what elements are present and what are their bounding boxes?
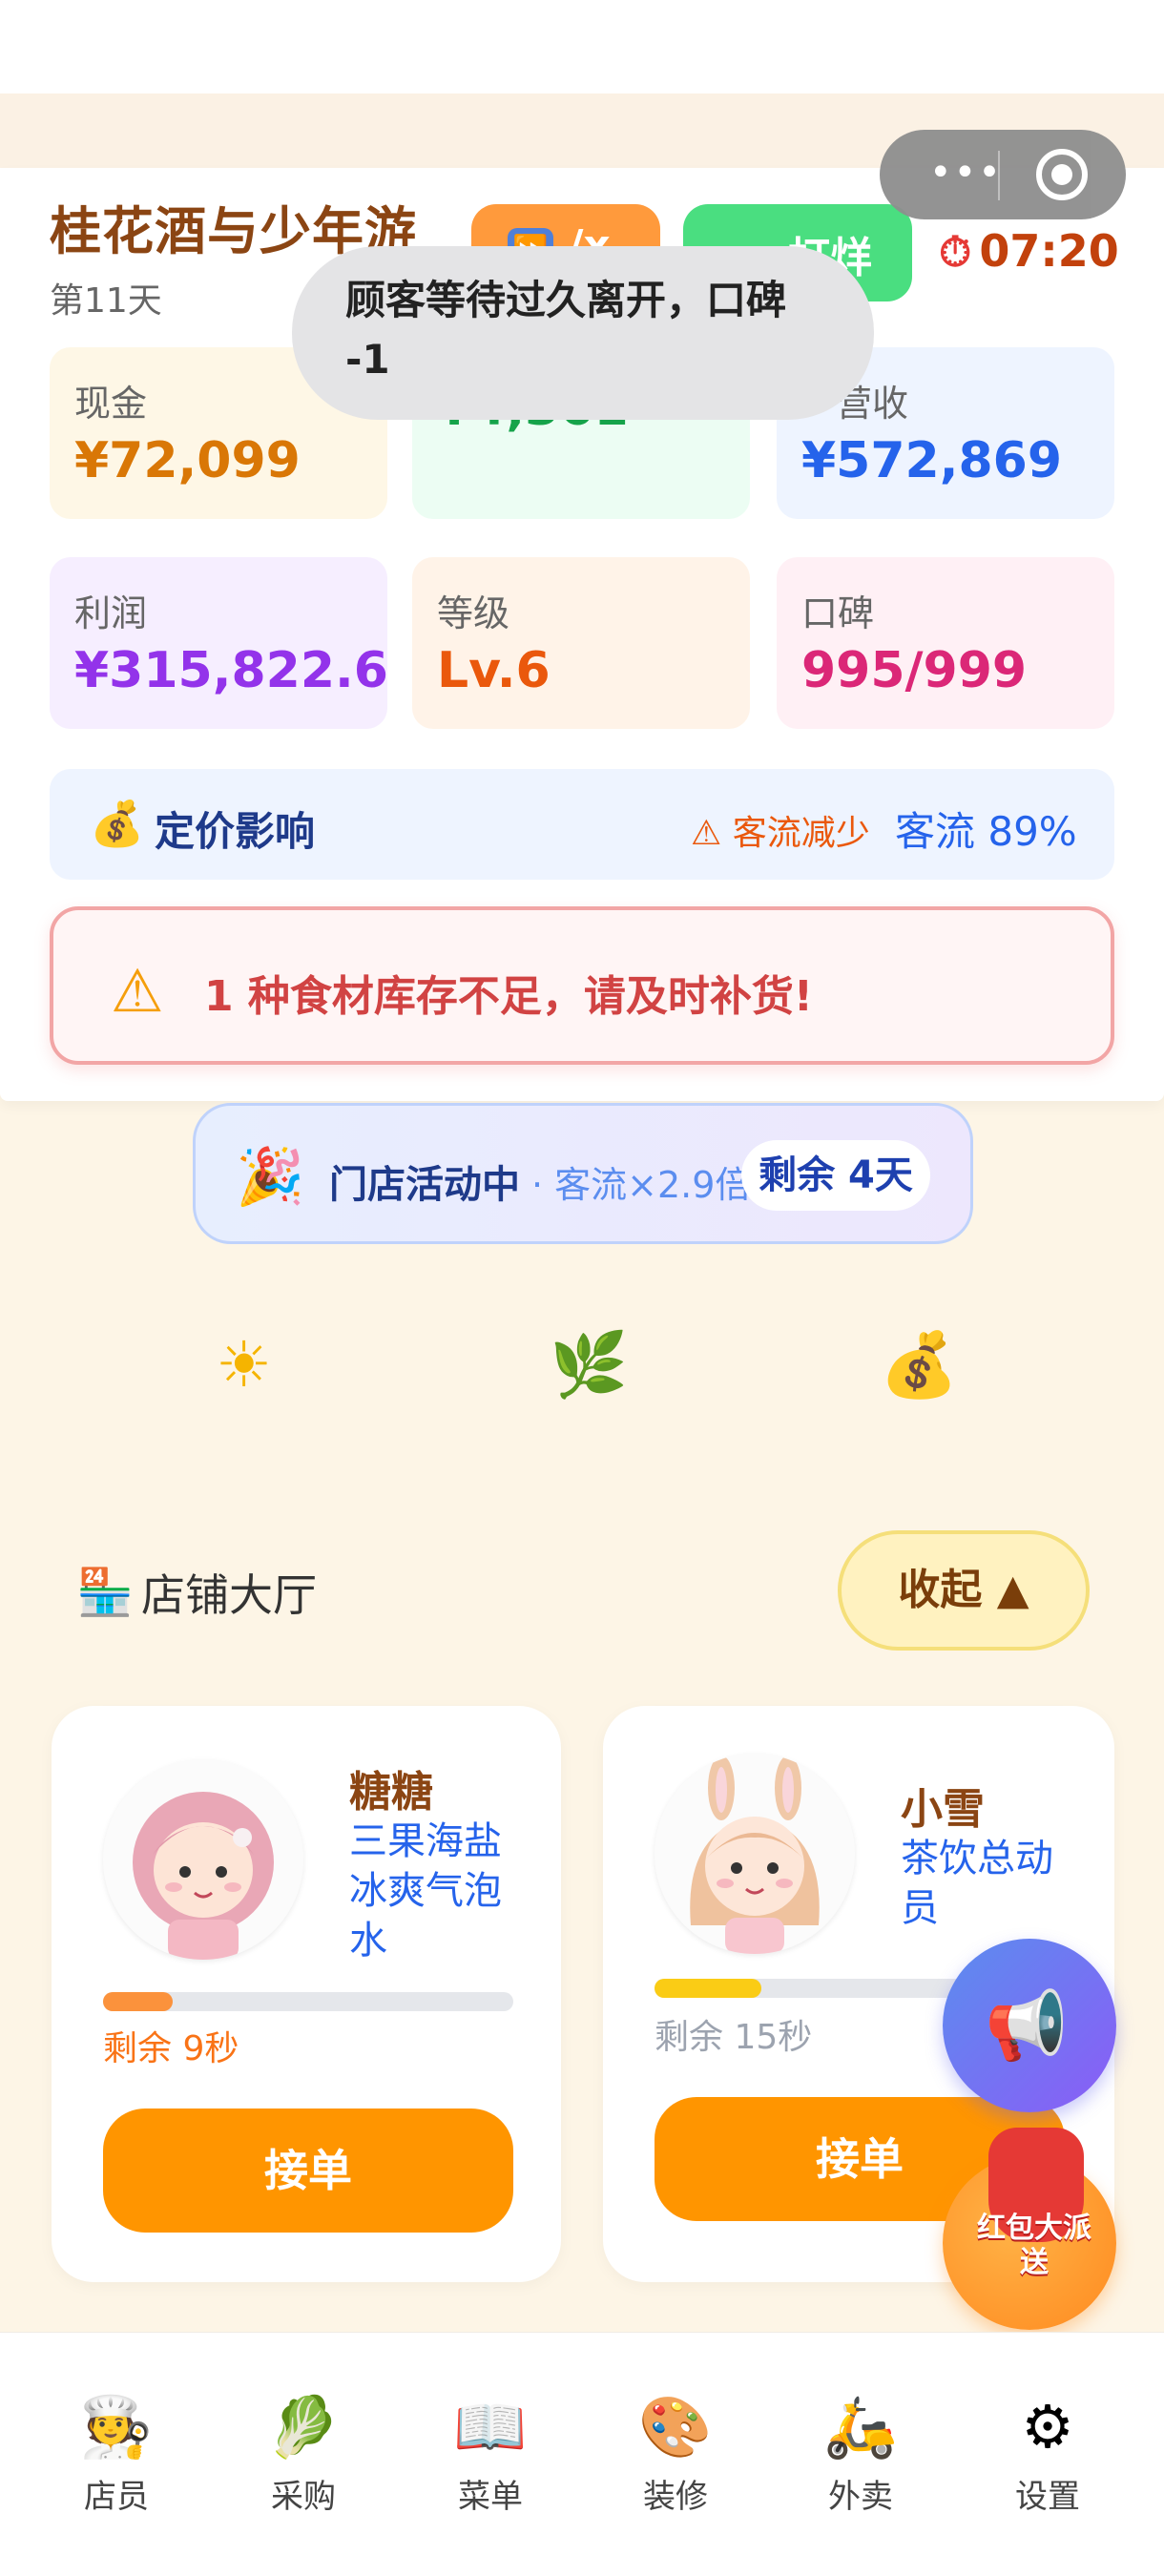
warning-icon: ⚠	[111, 956, 164, 1026]
day-counter: 第11天	[50, 281, 162, 321]
collapse-button[interactable]: 收起 ▲	[838, 1530, 1090, 1651]
money-bag-icon: 💰	[880, 1328, 959, 1402]
nav-item-staff[interactable]: 🧑‍🍳 店员	[40, 2392, 193, 2517]
stopwatch-icon: ⏱	[939, 228, 972, 277]
toast-message: 顾客等待过久离开，口碑 -1	[292, 246, 874, 420]
customer-card: 糖糖 三果海盐冰爽气泡水 剩余 9秒 接单	[52, 1706, 561, 2282]
pricing-title: 定价影响	[155, 808, 316, 855]
gear-icon: ⚙	[1021, 2392, 1074, 2462]
status-icons-row: ☀ 🌿 💰	[50, 1288, 1114, 1460]
customer-avatar	[103, 1759, 303, 1960]
stat-value: ¥572,869	[801, 432, 1063, 489]
store-event-banner[interactable]: 🎉 门店活动中 · 客流×2.9倍 剩余 4天	[193, 1103, 973, 1244]
bottom-nav: 🧑‍🍳 店员 🥬 采购 📖 菜单 🎨 装修 🛵 外卖 ⚙ 设置	[0, 2332, 1164, 2576]
accept-order-button[interactable]: 接单	[103, 2109, 513, 2233]
stat-card-level: 等级 Lv.6	[412, 557, 750, 729]
book-icon: 📖	[453, 2392, 528, 2462]
nav-label: 设置	[1015, 2478, 1080, 2516]
bunny-girl-avatar-icon	[690, 1755, 820, 1954]
nav-label: 外卖	[828, 2478, 893, 2516]
party-popper-icon: 🎉	[236, 1144, 305, 1209]
nav-item-settings[interactable]: ⚙ 设置	[971, 2392, 1124, 2517]
event-remaining: 剩余 4天	[741, 1140, 930, 1211]
hall-title: 店铺大厅	[141, 1569, 317, 1621]
stat-value: ¥315,822.6	[74, 642, 388, 699]
pricing-impact-bar[interactable]: 💰 定价影响 ⚠ 客流减少 客流 89%	[50, 769, 1114, 880]
capsule-divider	[998, 151, 1000, 200]
clock-time: 07:20	[979, 225, 1119, 277]
event-detail: · 客流×2.9倍	[531, 1164, 752, 1206]
event-title: 门店活动中	[329, 1163, 520, 1207]
money-bag-icon: 💰	[90, 798, 145, 849]
stat-card-reputation: 口碑 995/999	[777, 557, 1114, 729]
stat-value: Lv.6	[437, 642, 551, 699]
stat-label: 口碑	[801, 592, 875, 634]
nav-item-purchase[interactable]: 🥬 采购	[227, 2392, 380, 2517]
chef-icon: 🧑‍🍳	[79, 2392, 154, 2462]
stock-alert-text: 1 种食材库存不足，请及时补货!	[204, 972, 813, 1021]
wait-progress-bar	[103, 1992, 513, 2011]
palette-icon: 🎨	[638, 2392, 713, 2462]
customer-avatar	[655, 1754, 855, 1954]
status-bar	[0, 0, 1164, 93]
announcement-button[interactable]: 📢	[943, 1939, 1116, 2112]
stat-label: 利润	[74, 592, 148, 634]
game-clock: ⏱ 07:20	[939, 225, 1119, 277]
nav-label: 采购	[271, 2478, 336, 2516]
megaphone-icon: 📢	[985, 1986, 1069, 2065]
close-target-icon[interactable]	[1036, 149, 1088, 200]
red-packet-button[interactable]: 红包大派送	[943, 2128, 1116, 2330]
lettuce-icon: 🥬	[266, 2392, 341, 2462]
stat-value: 995/999	[801, 642, 1028, 699]
stat-label: 等级	[437, 592, 510, 634]
nav-item-menu[interactable]: 📖 菜单	[414, 2392, 567, 2517]
sun-icon: ☀	[216, 1328, 273, 1402]
customer-order: 茶饮总动员	[901, 1837, 1053, 1930]
nav-item-delivery[interactable]: 🛵 外卖	[784, 2392, 937, 2517]
red-packet-label: 红包大派送	[977, 2212, 1091, 2279]
nav-label: 店员	[84, 2478, 149, 2516]
nav-label: 菜单	[458, 2478, 523, 2516]
leaf-icon: 🌿	[550, 1328, 629, 1402]
mini-program-capsule: •••	[880, 130, 1126, 219]
remaining-time: 剩余 9秒	[103, 2029, 239, 2068]
nav-label: 装修	[643, 2478, 708, 2516]
more-icon[interactable]: •••	[929, 149, 1003, 197]
stock-alert[interactable]: ⚠ 1 种食材库存不足，请及时补货!	[50, 906, 1114, 1065]
traffic-percent: 客流 89%	[895, 808, 1077, 855]
customer-order: 三果海盐冰爽气泡水	[349, 1819, 502, 1963]
girl-avatar-icon	[133, 1792, 274, 1960]
storefront-icon: 🏪	[76, 1566, 134, 1619]
traffic-warning: ⚠ 客流减少	[691, 814, 870, 853]
nav-item-decor[interactable]: 🎨 装修	[599, 2392, 752, 2517]
stat-card-profit: 利润 ¥315,822.6	[50, 557, 388, 729]
customer-name: 糖糖	[349, 1768, 433, 1817]
remaining-time: 剩余 15秒	[655, 2018, 813, 2057]
scooter-icon: 🛵	[823, 2392, 898, 2462]
stat-value: ¥72,099	[74, 432, 301, 489]
customer-name: 小雪	[901, 1785, 985, 1834]
